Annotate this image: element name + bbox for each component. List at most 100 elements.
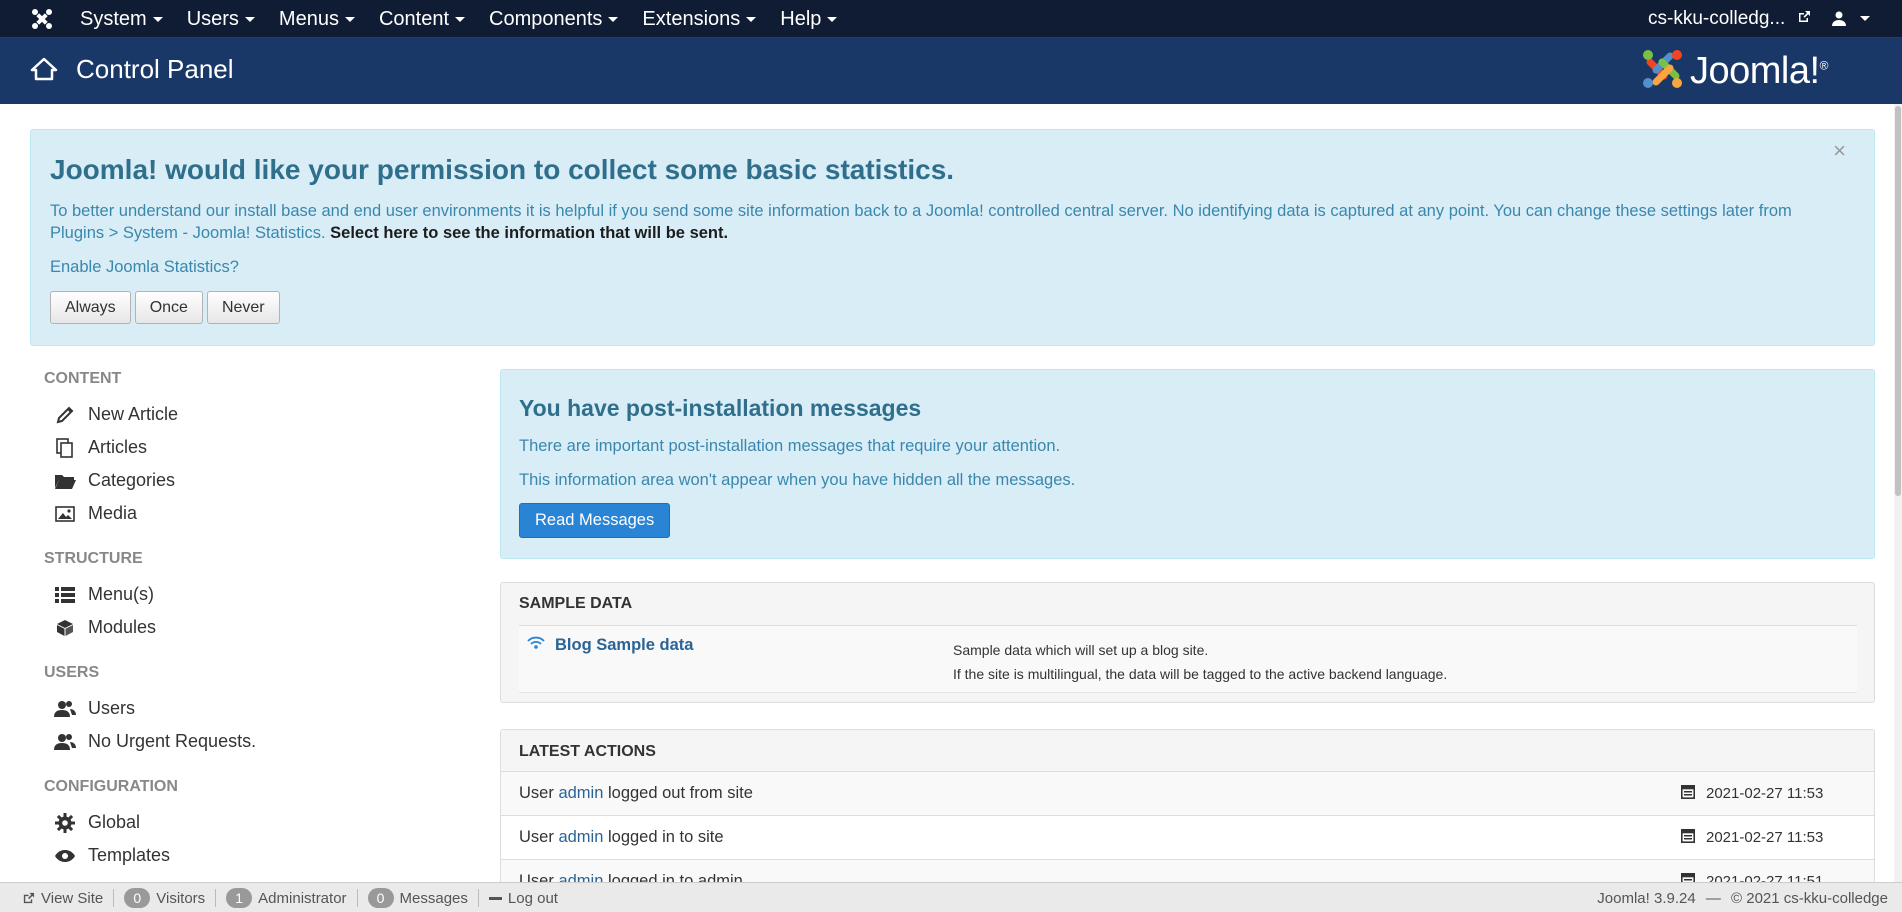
- copy-icon: [54, 437, 76, 458]
- menu-components[interactable]: Components: [477, 0, 630, 38]
- sidebar-item-label: Global: [88, 812, 141, 832]
- panel-header: LATEST ACTIONS: [501, 730, 1874, 772]
- sidebar-item-label: Templates: [88, 845, 171, 865]
- post-install-line2: This information area won't appear when …: [519, 471, 1076, 489]
- panel-title: LATEST ACTIONS: [519, 743, 656, 760]
- sidebar-item-label: Articles: [88, 437, 148, 457]
- caret-down-icon: [746, 17, 757, 23]
- sidebar-item-articles[interactable]: Articles: [44, 431, 464, 464]
- sidebar-item-label: Categories: [88, 470, 176, 490]
- once-button[interactable]: Once: [134, 291, 203, 324]
- always-button[interactable]: Always: [50, 291, 131, 324]
- page-scrollbar[interactable]: [1894, 104, 1902, 882]
- statistics-alert: × Joomla! would like your permission to …: [30, 129, 1875, 346]
- menu-system[interactable]: System: [68, 0, 175, 38]
- sidebar-item-menus[interactable]: Menu(s): [44, 578, 464, 611]
- brand-text: Joomla!®: [1690, 50, 1828, 93]
- sidebar-item-global[interactable]: Global: [44, 806, 464, 839]
- menu-content[interactable]: Content: [367, 0, 477, 38]
- messages-status[interactable]: 0 Messages: [358, 888, 479, 908]
- sidebar-item-label: No Urgent Requests.: [88, 731, 257, 751]
- sidebar-item-templates[interactable]: Templates: [44, 839, 464, 872]
- sidebar-group-users: USERS Users No Urgent Requests.: [44, 664, 464, 758]
- brand-name: Joomla!: [1690, 49, 1820, 92]
- panel-title: SAMPLE DATA: [519, 595, 633, 612]
- administrator-status[interactable]: 1 Administrator: [216, 888, 358, 908]
- sidebar-heading: USERS: [44, 664, 100, 681]
- messages-badge: 0: [367, 888, 394, 908]
- sidebar-item-users[interactable]: Users: [44, 692, 464, 725]
- close-icon[interactable]: ×: [1833, 138, 1846, 164]
- registered-mark: ®: [1819, 57, 1829, 72]
- menu-extensions[interactable]: Extensions: [630, 0, 768, 38]
- wifi-icon: [527, 636, 545, 655]
- sample-data-panel: SAMPLE DATA Blog Sample data Sample data…: [500, 582, 1875, 703]
- menu-label: System: [80, 8, 147, 30]
- sidebar-heading: STRUCTURE: [44, 550, 143, 567]
- never-button[interactable]: Never: [206, 291, 280, 324]
- menu-help[interactable]: Help: [768, 0, 849, 38]
- sample-data-description: Sample data which will set up a blog sit…: [953, 638, 1447, 686]
- show-info-link[interactable]: Select here to see the information that …: [330, 224, 728, 242]
- action-prefix: User: [519, 784, 554, 802]
- user-menu[interactable]: [1832, 0, 1871, 38]
- post-install-line1: There are important post-installation me…: [519, 437, 1061, 455]
- view-site-link[interactable]: View Site: [12, 889, 115, 907]
- site-name: cs-kku-colledg...: [1648, 8, 1786, 30]
- action-description: logged in to site: [607, 828, 724, 846]
- image-icon: [54, 504, 76, 524]
- page-title: Control Panel: [76, 54, 234, 84]
- action-row: User admin logged in to site 2021-02-27 …: [501, 816, 1874, 860]
- joomla-icon[interactable]: [30, 7, 54, 31]
- action-date: 2021-02-27 11:53: [1706, 785, 1824, 802]
- alert-body: To better understand our install base an…: [50, 200, 1850, 244]
- users-icon: [54, 699, 76, 719]
- logout-link[interactable]: Log out: [479, 889, 568, 907]
- scrollbar-thumb[interactable]: [1895, 106, 1901, 496]
- menu-menus[interactable]: Menus: [267, 0, 367, 38]
- action-text: User admin logged in to site: [519, 828, 724, 847]
- sidebar-item-label: Modules: [88, 617, 157, 637]
- caret-down-icon: [455, 17, 466, 23]
- sample-data-desc-line2: If the site is multilingual, the data wi…: [953, 666, 1448, 682]
- menu-label: Content: [378, 8, 450, 30]
- sidebar-item-modules[interactable]: Modules: [44, 611, 464, 644]
- copyright-text: © 2021 cs-kku-colledge: [1731, 890, 1888, 907]
- folder-icon: [54, 471, 76, 491]
- blog-sample-data-link[interactable]: Blog Sample data: [555, 636, 693, 655]
- read-messages-button[interactable]: Read Messages: [519, 503, 671, 538]
- admin-label: Administrator: [258, 889, 347, 907]
- menu-users[interactable]: Users: [175, 0, 267, 38]
- action-user-link[interactable]: admin: [558, 828, 603, 846]
- calendar-icon: [1681, 784, 1695, 804]
- admin-badge: 1: [226, 888, 253, 908]
- caret-down-icon: [344, 17, 355, 23]
- sidebar: CONTENT New Article Articles Categories …: [44, 370, 464, 892]
- version-text: Joomla! 3.9.24: [1597, 890, 1696, 907]
- menu-label: Help: [780, 8, 822, 30]
- sidebar-group-configuration: CONFIGURATION Global Templates: [44, 778, 464, 872]
- sidebar-item-categories[interactable]: Categories: [44, 464, 464, 497]
- sidebar-item-new-article[interactable]: New Article: [44, 398, 464, 431]
- sidebar-group-content: CONTENT New Article Articles Categories …: [44, 370, 464, 530]
- action-text: User admin logged out from site: [519, 784, 753, 803]
- action-user-link[interactable]: admin: [558, 784, 603, 802]
- sidebar-heading: CONTENT: [44, 370, 122, 387]
- action-description: logged out from site: [607, 784, 753, 802]
- pencil-icon: [54, 405, 76, 425]
- separator-text: —: [1705, 890, 1721, 907]
- sidebar-item-privacy-requests[interactable]: No Urgent Requests.: [44, 725, 464, 758]
- action-row: User admin logged out from site 2021-02-…: [501, 772, 1874, 816]
- stats-buttons: Always Once Never: [50, 291, 280, 324]
- status-left: View Site 0 Visitors 1 Administrator 0 M…: [12, 888, 568, 908]
- visitors-status[interactable]: 0 Visitors: [114, 888, 217, 908]
- action-date: 2021-02-27 11:53: [1706, 829, 1824, 846]
- menu-label: Users: [186, 8, 239, 30]
- status-bar: View Site 0 Visitors 1 Administrator 0 M…: [0, 882, 1902, 912]
- post-install-alert: You have post-installation messages Ther…: [500, 369, 1875, 559]
- menu-label: Components: [489, 8, 603, 30]
- status-right: Joomla! 3.9.24 — © 2021 cs-kku-colledge: [1597, 890, 1888, 907]
- messages-label: Messages: [399, 889, 468, 907]
- sidebar-item-media[interactable]: Media: [44, 497, 464, 530]
- alert-body-text: To better understand our install base an…: [50, 202, 1792, 242]
